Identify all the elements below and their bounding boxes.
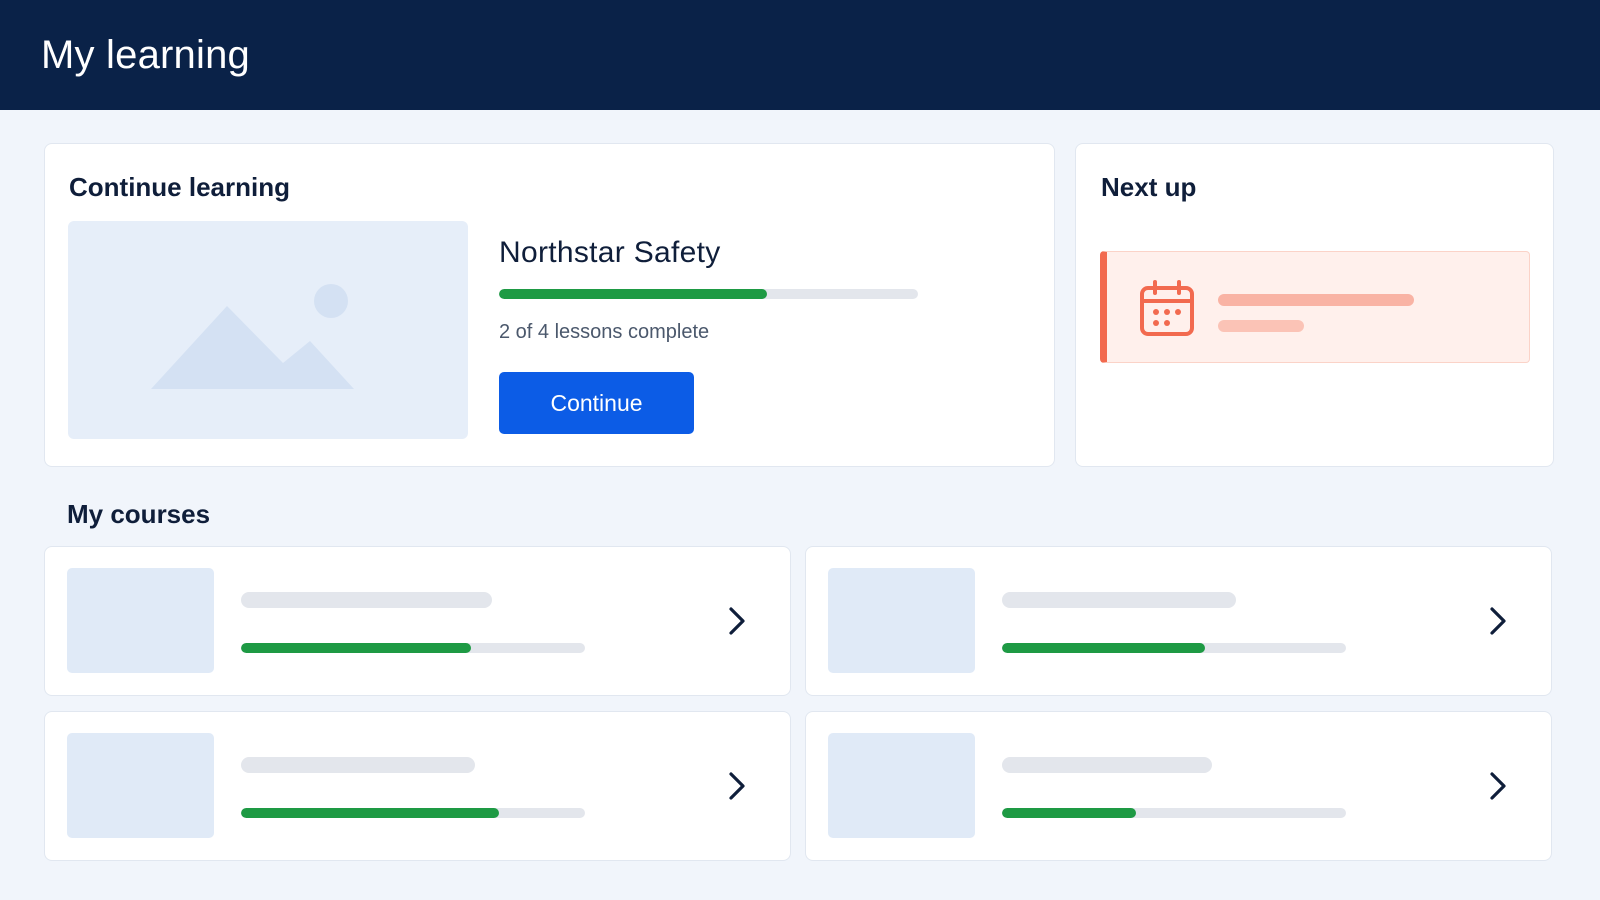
course-card[interactable] [805,711,1552,861]
course-progress-bar [1002,643,1346,653]
course-progress-bar [241,643,585,653]
event-title-placeholder [1218,294,1414,306]
my-courses-heading: My courses [67,499,211,529]
lessons-complete-text: 2 of 4 lessons complete [499,321,710,343]
course-card[interactable] [805,546,1552,696]
event-detail-placeholder [1218,320,1304,332]
course-card[interactable] [44,711,791,861]
image-placeholder-icon [151,284,354,389]
course-title: Northstar Safety [499,236,721,269]
continue-learning-card: Continue learning Northstar Safety 2 of … [44,143,1055,467]
course-progress-bar [1002,808,1346,818]
chevron-right-icon[interactable] [1483,768,1513,804]
chevron-right-icon[interactable] [1483,603,1513,639]
chevron-right-icon[interactable] [722,768,752,804]
course-thumbnail [67,733,214,838]
course-title-placeholder [241,592,492,608]
chevron-right-icon[interactable] [722,603,752,639]
course-thumbnail [828,733,975,838]
page-title: My learning [41,32,250,77]
course-progress-bar [241,808,585,818]
course-progress-fill [1002,808,1137,818]
top-app-bar: My learning [0,0,1600,110]
course-title-placeholder [1002,592,1236,608]
course-progress-fill [241,808,499,818]
calendar-icon [1140,280,1194,336]
course-progress-fill [1002,643,1205,653]
course-title-placeholder [241,757,475,773]
course-image-placeholder [68,221,468,439]
continue-learning-heading: Continue learning [69,172,290,202]
course-card[interactable] [44,546,791,696]
course-progress-fill [499,289,768,299]
course-title-placeholder [1002,757,1212,773]
course-progress-bar [499,289,918,299]
continue-button[interactable]: Continue [499,372,694,434]
next-up-card: Next up [1075,143,1554,467]
next-up-event[interactable] [1100,251,1530,363]
course-thumbnail [828,568,975,673]
course-progress-fill [241,643,472,653]
course-thumbnail [67,568,214,673]
next-up-heading: Next up [1101,172,1197,202]
